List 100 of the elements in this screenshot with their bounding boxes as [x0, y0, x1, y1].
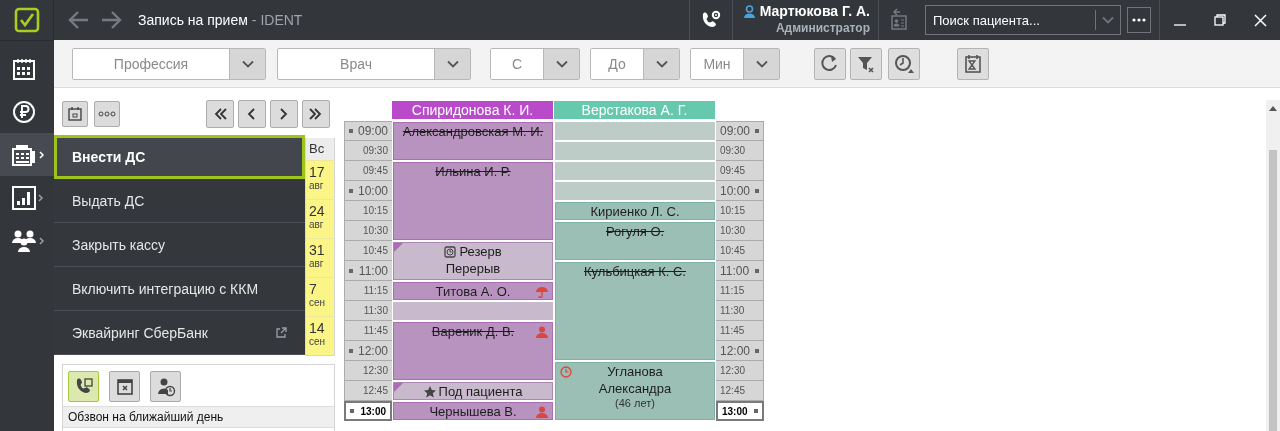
- appointment-block[interactable]: Титова А. О.: [393, 282, 553, 300]
- marker-icon: [755, 129, 759, 133]
- calendar-cross-icon: [114, 376, 135, 397]
- appointment-block[interactable]: Александровская М. И.: [393, 122, 553, 160]
- marker-icon: [349, 268, 353, 273]
- appointment-block[interactable]: Ильина И. Р.: [393, 162, 553, 240]
- patient-search-combobox[interactable]: Поиск пациента...: [925, 5, 1121, 35]
- time-label: 12:00: [357, 343, 388, 358]
- marker-icon: [350, 409, 354, 413]
- corner-marker: [394, 243, 403, 252]
- time-label: 10:15: [362, 205, 388, 216]
- calendar-day[interactable]: 14 сен: [306, 316, 334, 355]
- reserved-slot[interactable]: Резерв Перерыв: [393, 242, 553, 280]
- filter-dropdown[interactable]: Врач: [277, 47, 471, 80]
- back-button[interactable]: [68, 10, 90, 30]
- time-label: 12:45: [362, 385, 388, 396]
- day-number: 31: [309, 242, 326, 258]
- clock-icon: [560, 366, 572, 378]
- patient-name: Александровская М. И.: [402, 123, 544, 140]
- next-week-button[interactable]: [270, 100, 298, 128]
- time-label: 12:00: [720, 343, 751, 358]
- dropdown-toggle-button[interactable]: [643, 48, 679, 79]
- marker-icon: [349, 129, 353, 133]
- app-name: - IDENT: [251, 12, 303, 28]
- filter-dropdown[interactable]: До: [590, 47, 680, 80]
- dropdown-toggle-button[interactable]: [434, 48, 470, 79]
- scrollbar-thumb[interactable]: [1269, 150, 1277, 431]
- day-number: 7: [309, 281, 318, 297]
- people-icon: [11, 228, 37, 253]
- panel-tab[interactable]: [109, 371, 140, 402]
- calendar-day[interactable]: 24 авг: [306, 199, 334, 238]
- panel-tab[interactable]: [68, 371, 99, 402]
- time-label: 09:30: [720, 145, 746, 156]
- menu-item[interactable]: Выдать ДС: [54, 179, 305, 223]
- time-label: 10:30: [362, 225, 388, 236]
- appointment-block[interactable]: Рогуля О.: [555, 222, 715, 260]
- time-label: 10:30: [720, 225, 746, 236]
- calendar-day[interactable]: 7 сен: [306, 277, 334, 316]
- person-icon: [742, 4, 756, 19]
- time-label: 10:45: [720, 245, 746, 256]
- filter-dropdown[interactable]: Мин: [690, 47, 780, 80]
- patient-name: Ильина И. Р.: [435, 163, 511, 180]
- time-label: 10:15: [720, 205, 746, 216]
- triangle-up-icon: [1269, 105, 1277, 111]
- chevron-right-icon: [38, 193, 44, 202]
- filter-dropdown[interactable]: Профессия: [72, 47, 266, 80]
- calendar-day[interactable]: 31 авг: [306, 238, 334, 277]
- menu-item[interactable]: Закрыть кассу: [54, 223, 305, 267]
- time-label: 11:30: [720, 305, 745, 316]
- time-button[interactable]: [888, 47, 920, 80]
- patient-name: Чернышева В.: [429, 403, 517, 420]
- today-button[interactable]: [62, 101, 88, 127]
- view-options-button[interactable]: [94, 101, 120, 127]
- arrow-right-icon: [100, 10, 122, 30]
- time-label: 09:30: [362, 145, 388, 156]
- panel-tab[interactable]: [150, 371, 181, 402]
- appointment-block[interactable]: Чернышева В.: [393, 402, 553, 420]
- patient-name: Титова А. О.: [435, 283, 511, 300]
- refresh-icon: [820, 53, 840, 74]
- patient-name: (46 лет): [615, 397, 655, 409]
- patient-name: Вареник Д. В.: [431, 323, 515, 340]
- appointment-block[interactable]: Вареник Д. В.: [393, 322, 553, 380]
- patient-name: Угланова: [607, 363, 663, 380]
- next-month-button[interactable]: [302, 100, 330, 128]
- time-label: 11:45: [720, 325, 745, 336]
- menu-item[interactable]: Эквайринг СберБанк: [54, 311, 305, 355]
- dots-icon: [98, 111, 116, 117]
- dropdown-toggle-button[interactable]: [543, 48, 579, 79]
- menu-item[interactable]: Внести ДС: [54, 135, 305, 179]
- patient-search-field[interactable]: Поиск пациента...: [926, 12, 1095, 28]
- reserved-slot[interactable]: Под пациента: [393, 382, 553, 400]
- external-link-icon: [276, 327, 287, 338]
- time-label: 10:00: [357, 183, 388, 198]
- clear-filter-button[interactable]: [850, 47, 882, 80]
- forward-button[interactable]: [100, 10, 122, 30]
- time-label: 10:00: [720, 183, 751, 198]
- dropdown-toggle-button[interactable]: [229, 48, 265, 79]
- caret-icon: [241, 59, 254, 68]
- day-number: 17: [309, 164, 326, 180]
- more-button[interactable]: [1127, 7, 1151, 33]
- calendar-day[interactable]: 17 авг: [306, 160, 334, 199]
- arrow-left-icon: [68, 10, 90, 30]
- time-label: 12:30: [720, 365, 746, 376]
- sidebar-item[interactable]: [0, 133, 54, 176]
- dropdown-toggle-button[interactable]: [743, 48, 779, 79]
- waiting-list-button[interactable]: [957, 47, 989, 80]
- restore-icon: [1214, 14, 1226, 26]
- time-label: 09:45: [362, 165, 388, 176]
- time-label: 11:30: [363, 305, 388, 316]
- appointment-block[interactable]: Кульбицкая К. С.: [555, 262, 715, 360]
- doctor-header: Верстакова А. Г.: [554, 101, 715, 119]
- previous-month-button[interactable]: [206, 100, 234, 128]
- filter-dropdown[interactable]: С: [490, 47, 580, 80]
- menu-item[interactable]: Включить интеграцию с ККМ: [54, 267, 305, 311]
- refresh-button[interactable]: [814, 47, 846, 80]
- previous-week-button[interactable]: [238, 100, 266, 128]
- appointment-block[interactable]: Угланова Александра (46 лет): [555, 362, 715, 420]
- person-icon: [536, 406, 548, 418]
- month-label: сен: [309, 297, 327, 309]
- appointment-block[interactable]: Кириенко Л. С.: [555, 202, 715, 220]
